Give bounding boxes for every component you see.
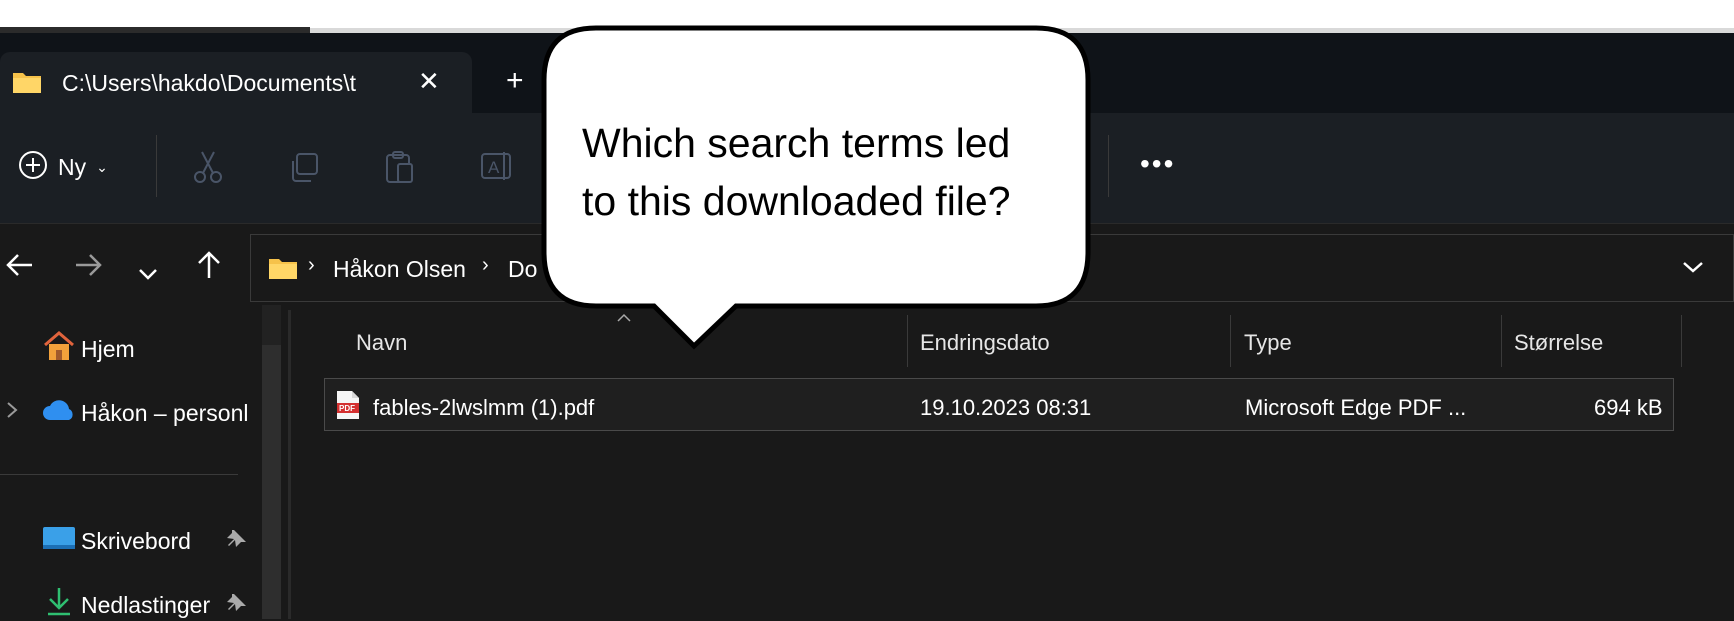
sidebar-scrollbar-thumb[interactable]: [262, 345, 281, 619]
home-icon: [42, 330, 76, 367]
sidebar-item-downloads[interactable]: Nedlastinger: [81, 592, 210, 619]
toolbar-separator: [1108, 135, 1109, 197]
copy-icon[interactable]: [288, 152, 320, 189]
file-name[interactable]: fables-2lwslmm (1).pdf: [373, 395, 594, 421]
paste-icon[interactable]: [384, 150, 416, 189]
pdf-file-icon: PDF: [336, 390, 360, 425]
file-size: 694 kB: [1594, 395, 1663, 420]
new-tab-button[interactable]: +: [506, 64, 524, 98]
file-type: Microsoft Edge PDF ...: [1245, 395, 1467, 420]
forward-arrow-icon[interactable]: [74, 252, 102, 285]
callout-line: to this downloaded file?: [582, 178, 1011, 224]
pin-icon[interactable]: [226, 528, 248, 555]
cut-icon[interactable]: [192, 150, 224, 189]
breadcrumb-item[interactable]: Do: [508, 256, 537, 283]
column-separator[interactable]: [1501, 315, 1502, 367]
desktop-icon: [42, 526, 76, 557]
folder-icon: [12, 70, 42, 99]
callout-text: Which search terms led to this downloade…: [582, 114, 1082, 230]
breadcrumb-separator[interactable]: ›: [308, 254, 315, 277]
file-date: 19.10.2023 08:31: [920, 395, 1092, 420]
expand-chevron-icon[interactable]: [6, 401, 18, 424]
download-icon: [46, 586, 72, 621]
new-item-button[interactable]: Ny ⌄: [18, 150, 108, 185]
svg-text:A: A: [488, 158, 500, 177]
pane-divider: [288, 310, 291, 619]
recent-locations-chevron-icon[interactable]: [138, 256, 158, 288]
rename-icon[interactable]: A: [480, 150, 516, 187]
svg-text:PDF: PDF: [339, 404, 355, 413]
back-arrow-icon[interactable]: [6, 252, 34, 285]
up-arrow-icon[interactable]: [196, 251, 222, 286]
tab-title: C:\Users\hakdo\Documents\t: [62, 70, 357, 96]
address-dropdown-chevron-icon[interactable]: [1682, 254, 1704, 280]
column-separator[interactable]: [1230, 315, 1231, 367]
chevron-down-icon: ⌄: [96, 159, 108, 175]
new-item-label: Ny: [58, 154, 87, 180]
sidebar-divider: [0, 474, 238, 475]
breadcrumb-separator[interactable]: ›: [482, 254, 489, 277]
tab-close-button[interactable]: ✕: [418, 66, 440, 97]
column-header-type[interactable]: Type: [1244, 330, 1292, 356]
sidebar-item-onedrive[interactable]: Håkon – personl: [81, 400, 249, 427]
pin-icon[interactable]: [226, 592, 248, 619]
column-header-size[interactable]: Størrelse: [1514, 330, 1603, 356]
sidebar-item-desktop[interactable]: Skrivebord: [81, 528, 191, 555]
onedrive-cloud-icon: [42, 398, 76, 427]
callout-line: Which search terms led: [582, 120, 1011, 166]
toolbar-separator: [156, 135, 157, 197]
column-separator[interactable]: [1681, 315, 1682, 367]
sidebar-item-home[interactable]: Hjem: [81, 336, 135, 363]
more-options-button[interactable]: •••: [1140, 148, 1175, 180]
column-header-name[interactable]: Navn: [356, 330, 407, 356]
plus-circle-icon: [18, 150, 48, 185]
breadcrumb-item[interactable]: Håkon Olsen: [333, 256, 466, 283]
folder-icon: [268, 256, 298, 285]
